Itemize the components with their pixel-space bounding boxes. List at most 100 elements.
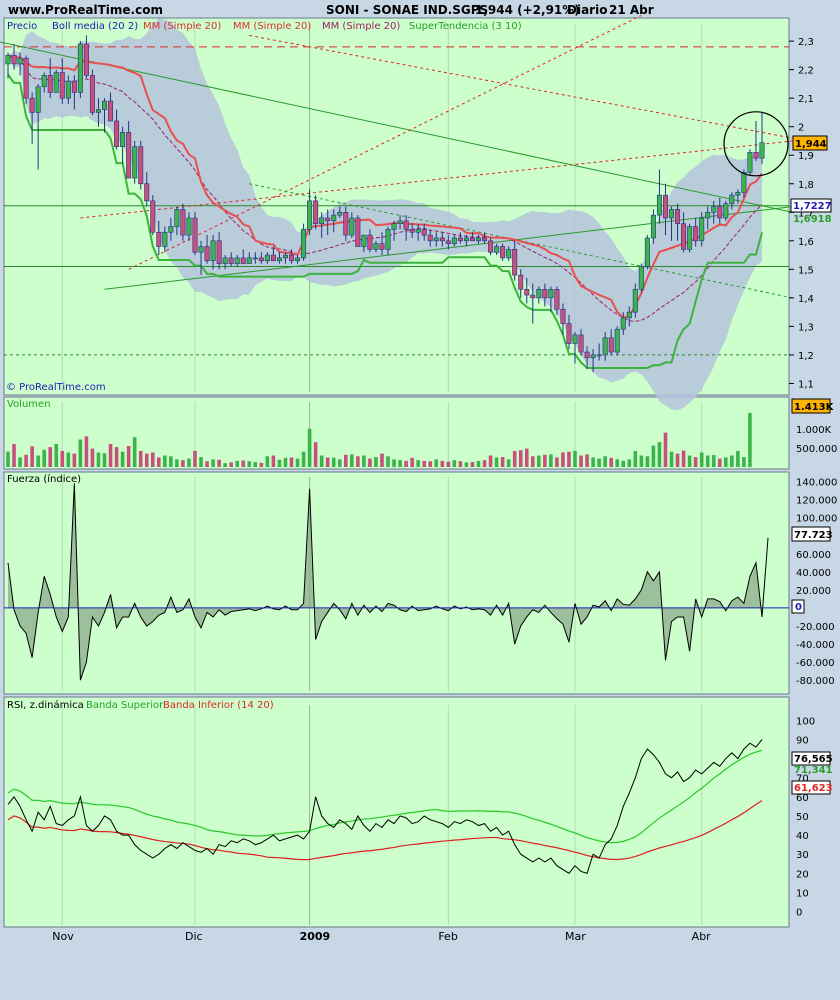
legend-supertrend: SuperTendencia (3 10): [409, 21, 522, 32]
volume-bar: [211, 459, 215, 467]
volume-bar: [277, 459, 282, 467]
candle-body: [156, 231, 162, 247]
volume-bar: [163, 455, 167, 467]
volume-bar: [90, 448, 95, 467]
volume-bar: [687, 455, 692, 467]
volume-bar: [494, 457, 499, 467]
volume-bar: [440, 460, 445, 467]
candle-body: [457, 237, 463, 242]
candle-body: [331, 214, 337, 222]
volume-bar: [96, 452, 101, 467]
candle-body: [518, 274, 524, 290]
candle-body: [433, 237, 439, 242]
candle-body: [578, 334, 584, 353]
candle-body: [445, 240, 451, 244]
candle-body: [379, 243, 385, 250]
volume-bar: [537, 455, 541, 467]
candle-body: [89, 75, 95, 113]
candle-body: [355, 217, 361, 247]
candle-body: [554, 289, 560, 310]
legend-mm2: MM (Simple 20): [233, 21, 311, 32]
volume-bar: [446, 461, 451, 467]
volume-bar: [561, 452, 565, 467]
candle-body: [415, 229, 421, 233]
candle-body: [469, 237, 475, 242]
candle-body: [753, 152, 759, 159]
rsi-band-upper-label: Banda Superior: [86, 700, 164, 711]
price-tick: 1,2: [798, 351, 814, 362]
volume-bar: [579, 455, 583, 467]
volume-bar: [730, 455, 734, 467]
force-tick: 20.000: [796, 586, 831, 597]
volume-bar: [283, 457, 288, 467]
candle-body: [626, 311, 632, 319]
candle-body: [711, 206, 717, 213]
volume-bar: [597, 458, 601, 467]
volume-bar: [627, 459, 632, 467]
candle-body: [126, 132, 132, 179]
candle-body: [174, 209, 180, 227]
candle-body: [759, 142, 765, 159]
candle-body: [482, 237, 488, 242]
volume-bar: [199, 457, 203, 467]
force-tick: -80.000: [796, 676, 835, 687]
volume-bar: [84, 436, 89, 467]
candle-body: [337, 211, 343, 216]
volume-bar: [392, 459, 396, 467]
force-tick: -60.000: [796, 658, 835, 669]
volume-bar: [434, 459, 439, 467]
candle-body: [5, 55, 11, 65]
site-label: www.ProRealTime.com: [8, 3, 163, 17]
force-tick: 40.000: [796, 568, 831, 579]
candle-body: [614, 328, 620, 353]
volume-bar: [645, 456, 650, 467]
candle-body: [735, 192, 741, 196]
volume-bar: [229, 462, 233, 467]
force-panel: [3, 471, 790, 695]
volume-bar: [512, 450, 517, 467]
candle-body: [566, 323, 572, 344]
candle-body: [144, 183, 150, 202]
candle-body: [168, 226, 174, 233]
candle-body: [560, 308, 566, 324]
force-tick: 140.000: [796, 478, 837, 489]
candle-body: [319, 217, 325, 224]
volume-bar: [66, 452, 71, 467]
volume-bar: [633, 450, 638, 467]
candle-body: [307, 200, 313, 230]
volume-bar: [699, 452, 704, 467]
volume-bar: [18, 457, 22, 467]
volume-bar: [476, 460, 481, 467]
volume-bar: [464, 462, 469, 467]
rsi-flag-3-text: 61,623: [794, 783, 833, 794]
candle-body: [584, 351, 590, 359]
volume-bar: [748, 412, 752, 467]
volume-flag-text: 1.413K: [794, 402, 835, 413]
volume-bar: [724, 457, 728, 467]
volume-bar: [488, 455, 493, 467]
rsi-band-lower-label: Banda Inferior (14 20): [163, 700, 274, 711]
candle-body: [258, 257, 264, 262]
candle-body: [427, 234, 433, 242]
volume-bar: [705, 455, 710, 467]
rsi-tick: 10: [796, 888, 809, 899]
candle-body: [53, 72, 59, 93]
volume-bar: [573, 450, 577, 467]
volume-bar: [265, 456, 270, 467]
candle-body: [65, 80, 71, 99]
volume-bar: [187, 458, 191, 467]
price-tick: 1,1: [798, 379, 814, 390]
price-tick: 2: [798, 123, 804, 134]
candle-body: [397, 220, 403, 224]
x-tick: Dic: [185, 930, 203, 943]
volume-bar: [500, 457, 505, 467]
candle-body: [35, 86, 41, 113]
volume-bar: [603, 456, 607, 467]
force-flag-text: 77.723: [794, 530, 833, 541]
volume-bar: [217, 459, 221, 467]
rsi-tick: 0: [796, 908, 802, 919]
volume-bar: [398, 460, 402, 467]
candle-body: [198, 246, 204, 253]
volume-bar: [108, 444, 113, 467]
candle-body: [699, 217, 705, 242]
